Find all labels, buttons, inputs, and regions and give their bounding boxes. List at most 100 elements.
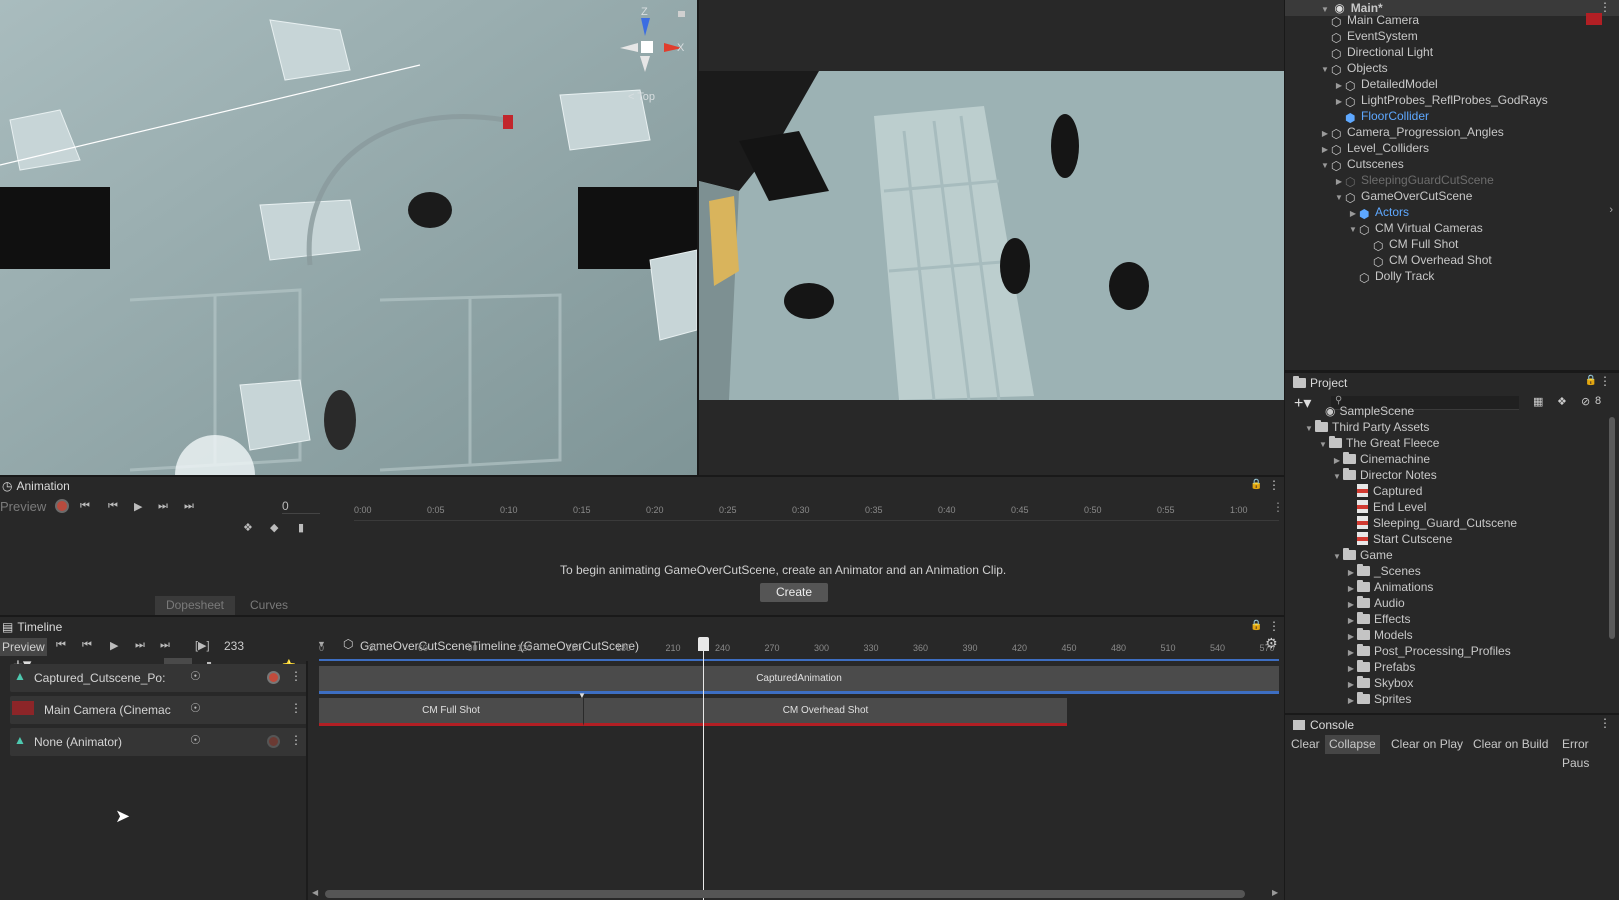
project-item-skybox[interactable]: ▶ Skybox	[1345, 675, 1413, 691]
console-tab[interactable]: Console	[1293, 716, 1354, 734]
first-key-button[interactable]: ⏮	[80, 500, 90, 513]
project-item-game[interactable]: ▼ Game	[1331, 547, 1393, 563]
clip-cm-overhead-shot[interactable]: CM Overhead Shot	[583, 698, 1067, 726]
hierarchy-item-main-camera[interactable]: ⬡ Main Camera	[1319, 12, 1419, 29]
timeline-scrollbar[interactable]	[325, 890, 1245, 898]
clip-cm-full-shot[interactable]: CM Full Shot	[319, 698, 583, 726]
scene-view[interactable]: Z X < Top	[0, 0, 697, 475]
animation-frame-field[interactable]: 0	[282, 499, 320, 514]
playhead[interactable]	[698, 637, 710, 900]
project-item-sleeping-guard-cutscene[interactable]: Sleeping_Guard_Cutscene	[1357, 515, 1517, 531]
project-item-great-fleece[interactable]: ▼ The Great Fleece	[1317, 435, 1439, 451]
kebab-menu-icon[interactable]: ⋮	[1268, 478, 1280, 492]
add-keyframe-icon[interactable]: ◆	[270, 521, 278, 534]
project-tab[interactable]: Project	[1293, 374, 1347, 392]
project-item-scenes[interactable]: ▶ _Scenes	[1345, 563, 1421, 579]
hierarchy-item-dolly-track[interactable]: ⬡ Dolly Track	[1347, 268, 1434, 285]
lock-icon[interactable]: 🔒	[1250, 479, 1262, 490]
kebab-menu-icon[interactable]: ⋮	[1599, 0, 1611, 14]
hierarchy-item-event-system[interactable]: ⬡ EventSystem	[1319, 28, 1418, 45]
lock-icon[interactable]: 🔒	[1585, 375, 1597, 386]
project-item-end-level[interactable]: End Level	[1357, 499, 1426, 515]
hierarchy-item-objects[interactable]: ▼ ⬡ Objects	[1319, 60, 1388, 77]
object-picker-icon[interactable]: ☉	[190, 669, 201, 683]
track-record-button[interactable]	[267, 735, 280, 748]
hierarchy-item-cm-overhead-shot[interactable]: ⬡ CM Overhead Shot	[1361, 252, 1492, 269]
project-item-cinemachine[interactable]: ▶ Cinemachine	[1331, 451, 1430, 467]
console-clear-on-build-button[interactable]: Clear on Build	[1469, 735, 1552, 754]
game-view[interactable]	[699, 0, 1284, 475]
kebab-menu-icon[interactable]: ⋮	[1268, 619, 1280, 633]
hierarchy-item-cm-virtual-cameras[interactable]: ▼ ⬡ CM Virtual Cameras	[1347, 220, 1483, 237]
filter-by-type-icon[interactable]: ▦	[1533, 395, 1543, 408]
prev-frame-button[interactable]: ⏮	[82, 639, 92, 652]
track-header-main-camera[interactable]: Main Camera (Cinemac ☉ ⋮	[10, 696, 307, 724]
gizmo-view-label[interactable]: < Top	[628, 91, 655, 103]
timeline-ruler[interactable]: 0 30 60 90 120 150 180 210 240 270 300 330 360 390 420…	[319, 637, 1279, 661]
project-item-sprites[interactable]: ▶ Sprites	[1345, 691, 1411, 707]
project-item-models[interactable]: ▶ Models	[1345, 627, 1413, 643]
add-asset-button[interactable]: +▾	[1294, 393, 1311, 413]
scroll-left-icon[interactable]: ◀	[312, 888, 318, 897]
track-list-divider[interactable]	[306, 661, 308, 900]
hierarchy-item-cm-full-shot[interactable]: ⬡ CM Full Shot	[1361, 236, 1458, 253]
animation-preview-button[interactable]: Preview	[0, 499, 46, 514]
project-scrollbar[interactable]	[1609, 417, 1615, 639]
project-item-effects[interactable]: ▶ Effects	[1345, 611, 1410, 627]
object-picker-icon[interactable]: ☉	[190, 701, 201, 715]
track-header-none-animator[interactable]: ▲ None (Animator) ☉ ⋮	[10, 728, 307, 756]
hierarchy-item-floor-collider[interactable]: ⬢ FloorCollider	[1333, 108, 1429, 125]
hierarchy-item-sleeping-guard[interactable]: ▶ ⬡ SleepingGuardCutScene	[1333, 172, 1494, 189]
animation-ruler[interactable]: 0:00 0:05 0:10 0:15 0:20 0:25 0:30 0:35 …	[354, 505, 1279, 521]
project-item-animations[interactable]: ▶ Animations	[1345, 579, 1433, 595]
project-item-post-processing[interactable]: ▶ Post_Processing_Profiles	[1345, 643, 1511, 659]
add-event-icon[interactable]: ▮	[298, 521, 304, 534]
filter-by-label-icon[interactable]: ❖	[1557, 395, 1567, 408]
create-clip-button[interactable]: Create	[760, 583, 828, 602]
kebab-menu-icon[interactable]: ⋮	[1272, 500, 1284, 514]
project-item-captured[interactable]: Captured	[1357, 483, 1422, 499]
animation-panel[interactable]: ◷ Animation 🔒 ⋮ Preview ⏮ ⏮ ▶ ⏭ ⏭ 0 ❖ ◆ ▮…	[0, 477, 1284, 615]
scroll-right-icon[interactable]: ▶	[1272, 888, 1278, 897]
kebab-menu-icon[interactable]: ⋮	[1599, 716, 1611, 730]
hierarchy-item-directional-light[interactable]: ⬡ Directional Light	[1319, 44, 1433, 61]
project-panel[interactable]: Project 🔒 ⋮ +▾ ⚲ ▦ ❖ ⊘ 8 ◉ SampleScene ▼ T…	[1285, 373, 1619, 713]
timeline-tab[interactable]: ▤ Timeline	[2, 618, 62, 636]
project-item-audio[interactable]: ▶ Audio	[1345, 595, 1405, 611]
timeline-frame-field[interactable]: 233	[224, 639, 284, 653]
hierarchy-item-camera-progression[interactable]: ▶ ⬡ Camera_Progression_Angles	[1319, 124, 1504, 141]
kebab-menu-icon[interactable]: ⋮	[290, 733, 302, 747]
object-picker-icon[interactable]: ☉	[190, 733, 201, 747]
animation-tab[interactable]: ◷ Animation	[2, 477, 70, 495]
console-clear-button[interactable]: Clear	[1287, 735, 1324, 754]
project-item-director-notes[interactable]: ▼ Director Notes	[1331, 467, 1437, 483]
hierarchy-item-game-over[interactable]: ▼ ⬡ GameOverCutScene	[1333, 188, 1472, 205]
playhead-handle[interactable]	[698, 637, 710, 651]
timeline-panel[interactable]: ▤ Timeline 🔒 ⋮ Preview ⏮ ⏮ ▶ ⏭ ⏭ [▶] 233 …	[0, 617, 1284, 900]
play-button[interactable]: ▶	[134, 500, 142, 513]
console-error-pause-button[interactable]: Error Paus	[1558, 735, 1619, 770]
track-header-captured[interactable]: ▲ Captured_Cutscene_Po: ☉ ⋮	[10, 664, 307, 692]
kebab-menu-icon[interactable]: ⋮	[290, 701, 302, 715]
project-item-start-cutscene[interactable]: Start Cutscene	[1357, 531, 1452, 547]
play-range-button[interactable]: [▶]	[195, 639, 210, 652]
prev-key-button[interactable]: ⏮	[108, 500, 118, 513]
console-panel[interactable]: Console ⋮ Clear Collapse Clear on Play C…	[1285, 715, 1619, 900]
hierarchy-item-level-colliders[interactable]: ▶ ⬡ Level_Colliders	[1319, 140, 1429, 157]
timeline-play-button[interactable]: ▶	[110, 639, 118, 652]
hidden-packages-icon[interactable]: ⊘	[1581, 395, 1590, 408]
kebab-menu-icon[interactable]: ⋮	[290, 669, 302, 683]
hierarchy-panel[interactable]: ▼ ◉ Main* ⋮ ⬡ Main Camera ⬡ EventSystem ⬡ D…	[1285, 0, 1619, 370]
hierarchy-item-detailed-model[interactable]: ▶ ⬡ DetailedModel	[1333, 76, 1438, 93]
filter-keys-icon[interactable]: ❖	[243, 521, 253, 534]
goto-end-button[interactable]: ⏭	[160, 639, 170, 652]
last-key-button[interactable]: ⏭	[184, 500, 194, 513]
hierarchy-item-actors[interactable]: ▶ ⬢ Actors	[1347, 204, 1409, 221]
project-item-sample-scene[interactable]: ◉ SampleScene	[1325, 403, 1414, 419]
hierarchy-item-light-probes[interactable]: ▶ ⬡ LightProbes_ReflProbes_GodRays	[1333, 92, 1548, 109]
record-button[interactable]	[55, 499, 69, 513]
gizmo-x-label[interactable]: X	[677, 42, 684, 54]
kebab-menu-icon[interactable]: ⋮	[1599, 374, 1611, 388]
lock-icon[interactable]: 🔒	[1250, 620, 1262, 631]
hierarchy-item-cutscenes[interactable]: ▼ ⬡ Cutscenes	[1319, 156, 1404, 173]
